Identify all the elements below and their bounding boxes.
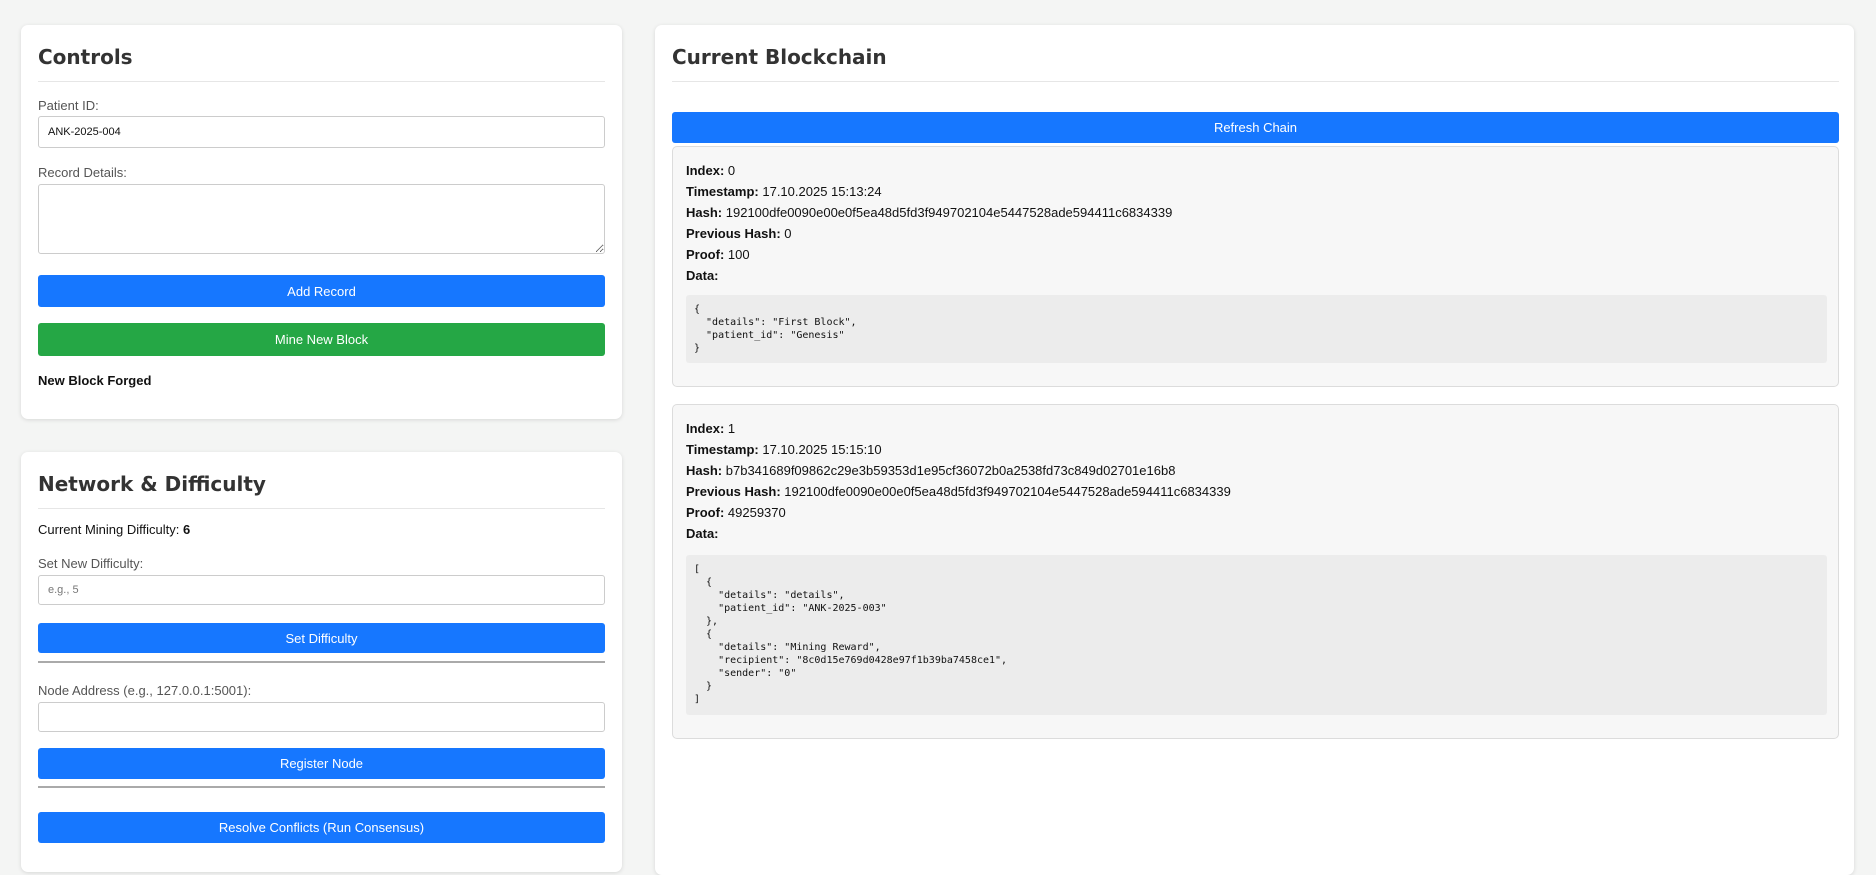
controls-card: Controls Patient ID: Record Details: Add… [21,25,622,419]
divider [38,786,605,788]
block-timestamp: Timestamp: 17.10.2025 15:15:10 [686,442,882,457]
block-card: Index: 0 Timestamp: 17.10.2025 15:13:24 … [672,146,1839,387]
block-card: Index: 1 Timestamp: 17.10.2025 15:15:10 … [672,404,1839,739]
block-data-json: { "details": "First Block", "patient_id"… [686,295,1827,363]
block-index: Index: 1 [686,421,736,436]
mine-new-block-button[interactable]: Mine New Block [38,323,605,356]
block-previous-hash: Previous Hash: 0 [686,226,792,241]
add-record-button[interactable]: Add Record [38,275,605,307]
current-difficulty-label: Current Mining Difficulty: [38,522,180,537]
blockchain-title: Current Blockchain [672,45,1839,82]
block-previous-hash: Previous Hash: 192100dfe0090e00e0f5ea48d… [686,484,1231,499]
block-timestamp: Timestamp: 17.10.2025 15:13:24 [686,184,882,199]
register-node-button[interactable]: Register Node [38,748,605,779]
block-hash: Hash: 192100dfe0090e00e0f5ea48d5fd3f9497… [686,205,1173,220]
status-message: New Block Forged [38,373,152,388]
set-difficulty-button[interactable]: Set Difficulty [38,623,605,653]
patient-id-input[interactable] [38,116,605,148]
node-address-label: Node Address (e.g., 127.0.0.1:5001): [38,683,252,698]
network-title: Network & Difficulty [38,472,605,509]
block-proof: Proof: 100 [686,247,750,262]
block-index: Index: 0 [686,163,736,178]
resolve-conflicts-button[interactable]: Resolve Conflicts (Run Consensus) [38,812,605,843]
current-difficulty: Current Mining Difficulty: 6 [38,522,190,537]
record-details-textarea[interactable] [38,184,605,254]
block-data-json: [ { "details": "details", "patient_id": … [686,555,1827,715]
block-data-label: Data: [686,268,719,283]
new-difficulty-label: Set New Difficulty: [38,556,144,571]
new-difficulty-input[interactable] [38,575,605,605]
block-proof: Proof: 49259370 [686,505,786,520]
record-details-label: Record Details: [38,165,127,180]
node-address-input[interactable] [38,702,605,732]
current-difficulty-value: 6 [183,522,191,537]
block-hash: Hash: b7b341689f09862c29e3b59353d1e95cf3… [686,463,1176,478]
controls-title: Controls [38,45,605,82]
divider [38,661,605,663]
refresh-chain-button[interactable]: Refresh Chain [672,112,1839,143]
network-card: Network & Difficulty Current Mining Diff… [21,452,622,872]
patient-id-label: Patient ID: [38,98,99,113]
block-data-label: Data: [686,526,719,541]
